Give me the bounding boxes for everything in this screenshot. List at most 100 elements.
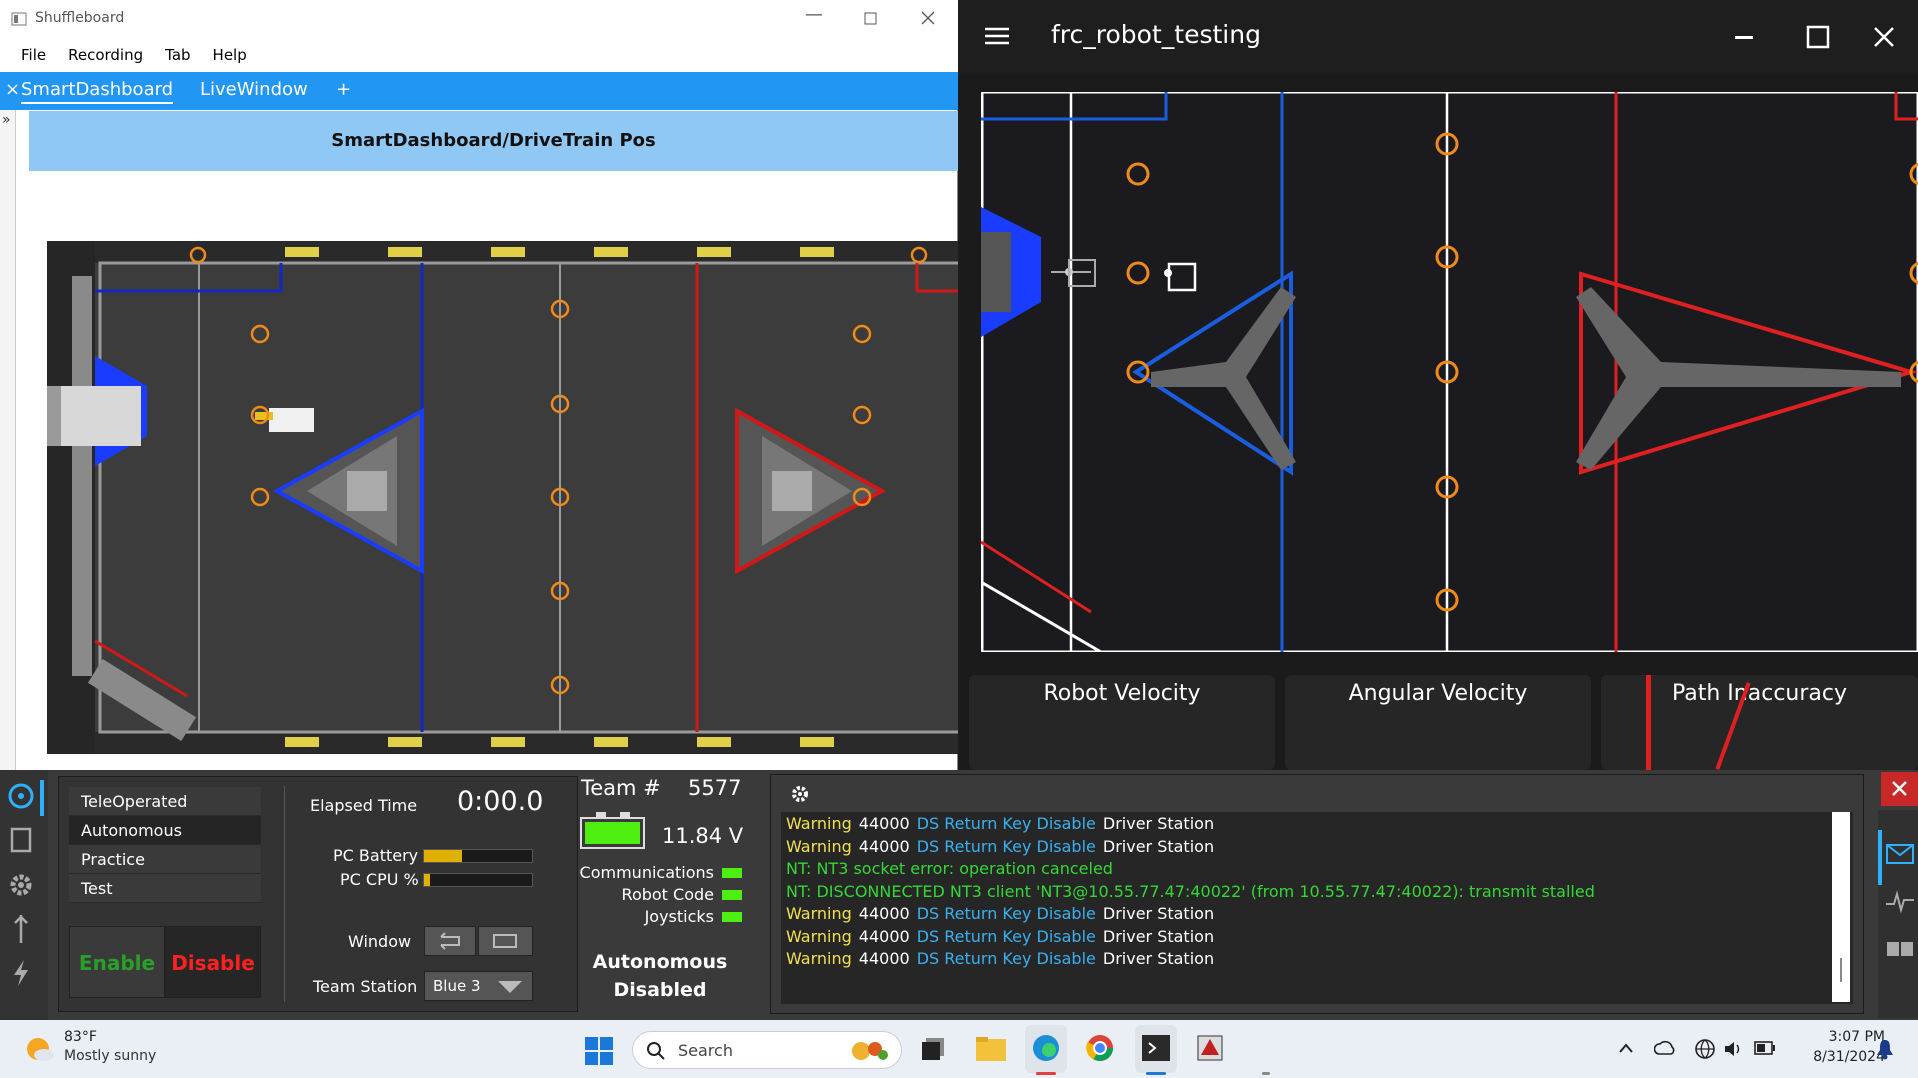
tab-livewindow[interactable]: LiveWindow — [200, 79, 308, 100]
status-state: Disabled — [613, 979, 707, 1001]
mode-autonomous[interactable]: Autonomous — [69, 816, 261, 845]
mode-teleoperated[interactable]: TeleOperated — [69, 787, 261, 816]
minimize-button[interactable] — [1735, 36, 1753, 40]
maximize-button[interactable] — [864, 12, 877, 25]
menu-recording[interactable]: Recording — [57, 38, 154, 72]
power-icon[interactable] — [12, 960, 30, 986]
pc-battery-label: PC Battery — [333, 846, 419, 865]
menu-icon[interactable] — [985, 27, 1009, 45]
communications-label: Communications — [579, 863, 714, 882]
message-log[interactable]: Warning 44000 DS Return Key Disable Driver … — [781, 812, 1853, 1004]
edge-icon[interactable] — [1031, 1033, 1061, 1063]
elapsed-time-value: 0:00.0 — [457, 786, 544, 817]
robot-status: Autonomous Disabled — [570, 948, 750, 1004]
minimize-button[interactable]: — — [805, 4, 823, 25]
mode-test[interactable]: Test — [69, 874, 261, 903]
shuffleboard-window: Shuffleboard — File Recording Tab Help × Sm… — [0, 0, 958, 770]
log-message: DS Return Key Disable — [916, 949, 1096, 968]
log-line: Warning 44000 DS Return Key Disable Driver … — [786, 904, 1848, 927]
menu-file[interactable]: File — [0, 38, 57, 72]
volume-icon[interactable] — [1723, 1039, 1743, 1059]
clock-date[interactable]: 8/31/2024 — [1796, 1049, 1885, 1065]
gauge-label: Path Inaccuracy — [1671, 681, 1847, 706]
driver-station: TeleOperated Autonomous Practice Test En… — [0, 770, 1918, 1020]
gauge-label: Angular Velocity — [1348, 681, 1528, 706]
battery-icon — [580, 812, 646, 850]
mode-practice[interactable]: Practice — [69, 845, 261, 874]
battery-icon[interactable] — [1754, 1041, 1776, 1055]
menu-tab[interactable]: Tab — [154, 38, 201, 72]
split-view-icon[interactable] — [1886, 938, 1914, 958]
log-level: Warning — [786, 836, 852, 856]
log-source: Driver Station — [1102, 836, 1215, 856]
tab-close-icon[interactable]: × — [5, 79, 20, 100]
close-button[interactable] — [1873, 26, 1895, 48]
window-label: Window — [348, 932, 412, 951]
scroll-thumb[interactable] — [1840, 958, 1842, 982]
driver-station-icon[interactable] — [1195, 1033, 1225, 1063]
team-station-label: Team Station — [313, 977, 418, 996]
chrome-icon[interactable] — [1085, 1033, 1115, 1063]
joysticks-label: Joysticks — [644, 907, 714, 926]
expand-sidebar-icon[interactable]: » — [2, 112, 11, 128]
windows-start-icon[interactable] — [585, 1037, 613, 1065]
terminal-icon[interactable] — [1141, 1034, 1171, 1062]
robot-velocity-gauge: Robot Velocity — [969, 675, 1275, 770]
temperature: 83°F — [64, 1029, 97, 1045]
taskbar: 83°F Mostly sunny Search 3:07 PM 8/31/20… — [0, 1020, 1918, 1078]
log-line: NT: DISCONNECTED NT3 client 'NT3@10.55.7… — [786, 882, 1848, 905]
task-view-icon[interactable] — [920, 1036, 946, 1062]
log-line: NT: NT3 socket error: operation canceled — [786, 859, 1848, 882]
gauge-needle — [1646, 675, 1651, 770]
disable-button[interactable]: Disable — [165, 926, 261, 998]
mode-list: TeleOperated Autonomous Practice Test — [69, 787, 261, 903]
log-message: DS Return Key Disable — [916, 926, 1096, 946]
log-message: DS Return Key Disable — [916, 814, 1096, 833]
title-bar: Shuffleboard — — [0, 0, 958, 38]
close-button[interactable] — [921, 11, 935, 25]
pc-cpu-bar — [423, 873, 533, 887]
status-mode: Autonomous — [592, 951, 728, 973]
steering-wheel-icon[interactable] — [7, 782, 35, 810]
log-line: Warning 44000 DS Return Key Disable Driver … — [786, 949, 1848, 972]
globe-icon[interactable] — [1694, 1038, 1716, 1060]
close-icon[interactable] — [1881, 772, 1918, 806]
log-code: 44000 — [858, 814, 910, 833]
weather-icon[interactable] — [24, 1033, 56, 1065]
battery-voltage: 11.84 V — [662, 824, 744, 848]
gear-icon[interactable] — [790, 784, 810, 804]
tab-smartdashboard[interactable]: SmartDashboard — [21, 79, 174, 104]
chevron-up-icon[interactable] — [1618, 1042, 1634, 1054]
enable-button[interactable]: Enable — [69, 926, 165, 998]
file-explorer-icon[interactable] — [975, 1035, 1007, 1063]
usb-icon[interactable] — [12, 915, 30, 943]
notification-bell-icon[interactable] — [1876, 1038, 1894, 1060]
search-placeholder: Search — [678, 1041, 733, 1060]
log-source: Driver Station — [1102, 814, 1215, 833]
robot-code-led — [722, 890, 742, 900]
diagnostics-icon[interactable] — [10, 827, 32, 853]
status-indicators: Communications Robot Code Joysticks — [570, 862, 742, 928]
log-source: Driver Station — [1102, 904, 1215, 923]
field-view-3d[interactable] — [981, 92, 1918, 652]
mail-icon[interactable] — [1886, 844, 1914, 864]
active-tab-indicator — [40, 780, 44, 816]
gear-icon[interactable] — [8, 872, 34, 898]
log-code: 44000 — [858, 836, 910, 856]
window-dock-button[interactable] — [424, 926, 476, 956]
field-view-smartdashboard[interactable] — [47, 241, 958, 754]
menu-help[interactable]: Help — [202, 38, 258, 72]
cloud-icon[interactable] — [1654, 1039, 1676, 1057]
chart-icon[interactable] — [1886, 890, 1914, 914]
log-code: 44000 — [858, 904, 910, 923]
window-fullscreen-button[interactable] — [478, 926, 533, 956]
search-box[interactable]: Search — [632, 1031, 902, 1069]
communications-led — [722, 868, 742, 878]
clock-time[interactable]: 3:07 PM — [1810, 1029, 1885, 1045]
window-title: frc_robot_testing — [1051, 20, 1261, 49]
frc-robot-testing-window: frc_robot_testing Robot Velocity Angular… — [959, 0, 1918, 770]
joysticks-led — [722, 912, 742, 922]
team-station-select[interactable]: Blue 3 — [424, 971, 533, 1001]
add-tab-button[interactable]: + — [336, 79, 351, 100]
maximize-button[interactable] — [1806, 25, 1830, 49]
